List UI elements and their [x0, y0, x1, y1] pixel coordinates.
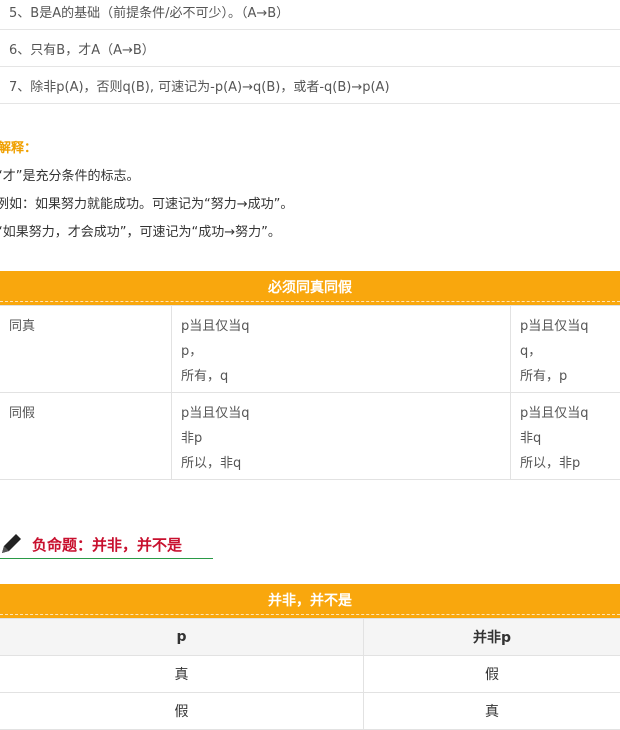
rule-row: 7、除非p(A)，否则q(B), 可速记为-p(A)→q(B)，或者-q(B)→… — [0, 67, 620, 104]
row-label: 同假 — [0, 393, 172, 480]
row-label: 同真 — [0, 306, 172, 393]
section-heading: 负命题：并非，并不是 — [0, 528, 213, 559]
table-cell: p当且仅当q q， 所有，p — [511, 306, 620, 393]
rule-row: 5、B是A的基础（前提条件/必不可少）。（A→B） — [0, 0, 620, 30]
cell-line: 所有，p — [520, 364, 620, 389]
table-cell: p当且仅当q 非q 所以，非p — [511, 393, 620, 480]
cell-line: 所以，非q — [181, 451, 510, 476]
negation-table: p 并非p 真 假 假 真 — [0, 618, 620, 730]
cell-line: 非q — [520, 426, 620, 451]
section-title: 负命题：并非，并不是 — [32, 534, 182, 555]
table-header-row: p 并非p — [0, 619, 620, 656]
cell-line: p， — [181, 339, 510, 364]
explanation-line: “如果努力，才会成功”，可速记为“成功→努力”。 — [0, 219, 620, 247]
table-cell: p当且仅当q 非p 所以，非q — [172, 393, 511, 480]
cell-line: p当且仅当q — [520, 314, 620, 339]
explanation-title: 解释： — [0, 140, 620, 158]
cell-line: p当且仅当q — [181, 314, 510, 339]
rule-text: 6、只有B，才A（A→B） — [0, 30, 620, 67]
cell-line: p当且仅当q — [520, 401, 620, 426]
cell-line: 所以，非p — [520, 451, 620, 476]
table-cell: 假 — [364, 656, 620, 693]
cell-line: 所有，q — [181, 364, 510, 389]
iff-table: 同真 p当且仅当q p， 所有，q p当且仅当q q， 所有，p 同假 p当且仅… — [0, 305, 620, 480]
column-header: p — [0, 619, 364, 656]
negation-table-header: 并非，并不是 — [0, 584, 620, 618]
table-cell: p当且仅当q p， 所有，q — [172, 306, 511, 393]
explanation-block: 解释： “才”是充分条件的标志。 例如：如果努力就能成功。可速记为“努力→成功”… — [0, 140, 620, 247]
explanation-line: 例如：如果努力就能成功。可速记为“努力→成功”。 — [0, 191, 620, 219]
rules-list: 5、B是A的基础（前提条件/必不可少）。（A→B） 6、只有B，才A（A→B） … — [0, 0, 620, 104]
iff-table-header: 必须同真同假 — [0, 271, 620, 305]
table-row: 真 假 — [0, 656, 620, 693]
cell-line: 非p — [181, 426, 510, 451]
rule-text: 5、B是A的基础（前提条件/必不可少）。（A→B） — [0, 0, 620, 30]
column-header: 并非p — [364, 619, 620, 656]
explanation-line: “才”是充分条件的标志。 — [0, 163, 620, 191]
rule-row: 6、只有B，才A（A→B） — [0, 30, 620, 67]
table-cell: 真 — [0, 656, 364, 693]
rule-text: 7、除非p(A)，否则q(B), 可速记为-p(A)→q(B)，或者-q(B)→… — [0, 67, 620, 104]
table-row: 假 真 — [0, 693, 620, 730]
cell-line: p当且仅当q — [181, 401, 510, 426]
table-row: 同真 p当且仅当q p， 所有，q p当且仅当q q， 所有，p — [0, 306, 620, 393]
table-cell: 真 — [364, 693, 620, 730]
pencil-icon — [0, 531, 24, 555]
table-cell: 假 — [0, 693, 364, 730]
table-row: 同假 p当且仅当q 非p 所以，非q p当且仅当q 非q 所以，非p — [0, 393, 620, 480]
cell-line: q， — [520, 339, 620, 364]
